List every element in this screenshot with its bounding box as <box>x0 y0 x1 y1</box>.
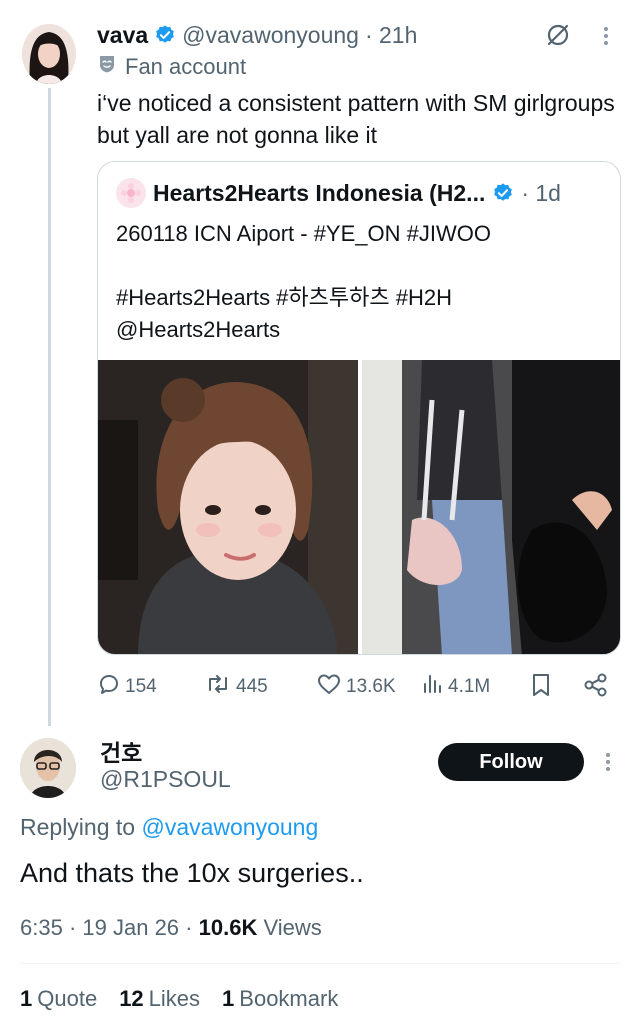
thread-line <box>48 88 51 726</box>
repost-icon <box>204 672 232 702</box>
bookmarks-stat[interactable]: 1 Bookmark <box>222 986 338 1012</box>
like-button[interactable]: 13.6K <box>316 672 396 702</box>
author-name[interactable]: vava <box>97 22 148 49</box>
quoted-text-line2: #Hearts2Hearts #하츠투하츠 #H2H <box>116 285 452 310</box>
tweet-date[interactable]: 19 Jan 26 <box>82 915 179 940</box>
views-count: 4.1M <box>448 676 491 697</box>
quotes-count: 1 <box>20 986 33 1011</box>
verified-badge-icon <box>492 182 514 204</box>
quoted-tweet-header: Hearts2Hearts Indonesia (H2... · 1d <box>116 178 561 208</box>
quoted-text-line1: 260118 ICN Aiport - #YE_ON #JIWOO <box>116 221 491 246</box>
like-count: 13.6K <box>346 676 396 697</box>
quoted-text-line3: @Hearts2Hearts <box>116 317 281 342</box>
likes-label: Likes <box>148 986 201 1011</box>
repost-count: 445 <box>236 676 268 697</box>
divider <box>20 963 620 964</box>
like-icon <box>316 672 342 702</box>
replying-to: Replying to @vavawonyoung <box>20 814 318 841</box>
tweet-time[interactable]: · 21h <box>365 22 417 49</box>
quoted-media <box>98 360 620 654</box>
photo-airport[interactable] <box>362 360 620 654</box>
engagement-stats: 1 Quote 12 Likes 1 Bookmark <box>20 986 338 1012</box>
avatar[interactable] <box>20 738 76 798</box>
affiliate-label: Fan account <box>97 54 246 80</box>
author-name[interactable]: 건호 <box>100 734 142 768</box>
views-icon <box>422 672 444 702</box>
quoted-author-name: Hearts2Hearts Indonesia (H2... <box>153 179 486 206</box>
views-button[interactable]: 4.1M <box>422 672 490 702</box>
mute-icon[interactable] <box>545 22 571 48</box>
bookmark-button[interactable] <box>530 672 552 704</box>
replying-prefix: Replying to <box>20 814 136 840</box>
quotes-stat[interactable]: 1 Quote <box>20 986 97 1012</box>
repost-button[interactable]: 445 <box>204 672 268 702</box>
likes-stat[interactable]: 12 Likes <box>119 986 200 1012</box>
follow-button[interactable]: Follow <box>438 743 584 781</box>
tweet-header: vava @vavawonyoung · 21h <box>97 20 417 50</box>
tweet-text: i‘ve noticed a consistent pattern with S… <box>97 90 615 148</box>
fan-account-icon <box>97 54 117 80</box>
reply-count: 154 <box>125 676 157 697</box>
tweet-time[interactable]: 6:35 <box>20 915 63 940</box>
author-handle[interactable]: @R1PSOUL <box>100 766 231 793</box>
quoted-tweet[interactable]: Hearts2Hearts Indonesia (H2... · 1d 2601… <box>97 161 621 655</box>
verified-badge-icon <box>154 24 176 46</box>
photo-portrait[interactable] <box>98 360 358 654</box>
reply-icon <box>97 672 121 702</box>
author-handle[interactable]: @vavawonyoung <box>182 22 359 49</box>
action-bar: 154 445 13.6K 4.1M <box>97 672 617 702</box>
bookmarks-label: Bookmark <box>239 986 339 1011</box>
affiliate-label-text: Fan account <box>125 54 247 79</box>
more-icon[interactable] <box>602 750 614 774</box>
bookmark-icon <box>530 672 552 704</box>
share-button[interactable] <box>583 672 609 704</box>
quoted-avatar <box>116 178 146 208</box>
likes-count: 12 <box>119 986 144 1011</box>
quoted-time: · 1d <box>521 179 561 206</box>
bookmarks-count: 1 <box>222 986 235 1011</box>
tweet-meta: 6:35 · 19 Jan 26 · 10.6K Views <box>20 915 322 940</box>
quotes-label: Quote <box>37 986 98 1011</box>
views-count: 10.6K <box>198 915 258 940</box>
avatar[interactable] <box>22 24 76 84</box>
tweet-text: And thats the 10x surgeries.. <box>20 858 364 888</box>
more-icon[interactable] <box>600 24 612 48</box>
replying-to-link[interactable]: @vavawonyoung <box>141 814 318 840</box>
share-icon <box>583 672 609 704</box>
reply-button[interactable]: 154 <box>97 672 157 702</box>
views-label: Views <box>263 915 322 940</box>
quoted-text: 260118 ICN Aiport - #YE_ON #JIWOO #Heart… <box>116 218 606 346</box>
